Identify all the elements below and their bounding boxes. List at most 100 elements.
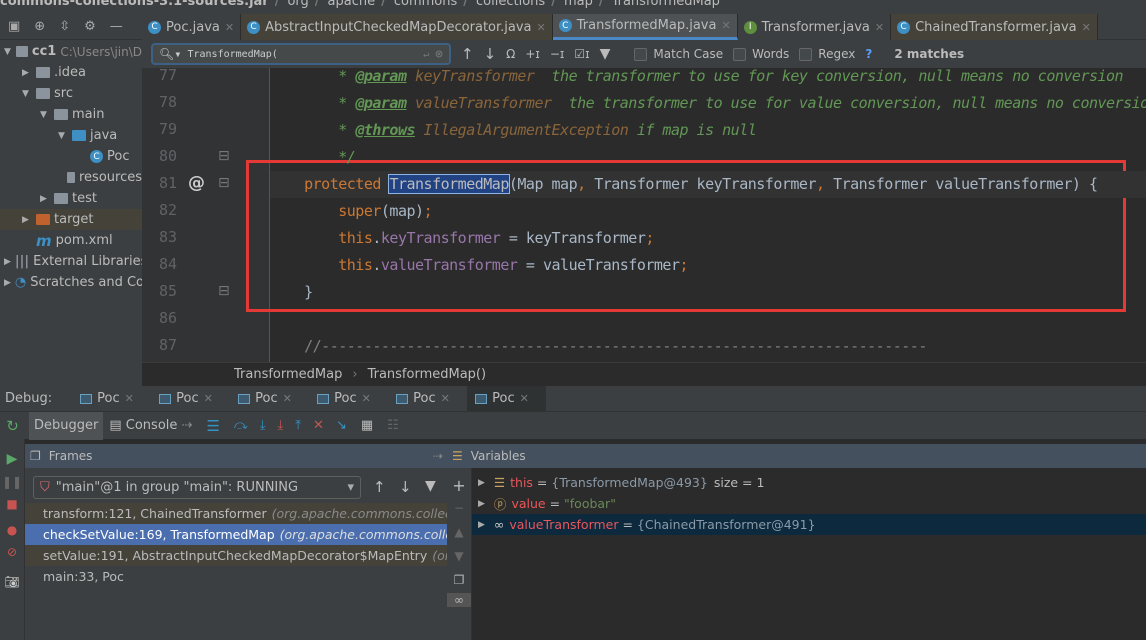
copy-icon[interactable]: ❐ <box>447 573 471 587</box>
trace-icon[interactable]: ☷ <box>381 418 405 433</box>
tree-item-cc1[interactable]: ▼ cc1 C:\Users\jin\D <box>0 41 142 62</box>
tree-item-target[interactable]: ▶ target <box>0 209 142 230</box>
close-icon[interactable]: ✕ <box>537 21 546 34</box>
close-icon[interactable]: ✕ <box>125 392 134 405</box>
fold-icon[interactable]: ⊟ <box>218 283 230 299</box>
expand-arrow-icon[interactable]: ▶ <box>478 478 485 488</box>
minimize-icon[interactable]: — <box>110 19 123 34</box>
regex-checkbox[interactable]: Regex <box>799 47 855 61</box>
step-out-icon[interactable]: ⤒ <box>289 418 307 433</box>
tree-item-main[interactable]: ▼ main <box>0 104 142 125</box>
tree-item-idea[interactable]: ▶ .idea <box>0 62 142 83</box>
collapsed-arrow-icon[interactable]: ▶ <box>22 68 32 78</box>
collapsed-arrow-icon[interactable]: ▶ <box>40 194 50 204</box>
expanded-arrow-icon[interactable]: ▼ <box>40 110 50 120</box>
close-icon[interactable]: ✕ <box>1082 21 1091 34</box>
close-icon[interactable]: ✕ <box>441 392 450 405</box>
crumb-class[interactable]: TransformedMap <box>234 367 342 382</box>
stack-frame[interactable]: transform:121, ChainedTransformer (org.ap… <box>25 503 447 524</box>
override-marker-icon[interactable]: @ <box>188 173 205 193</box>
match-case-checkbox[interactable]: Match Case <box>634 47 723 61</box>
breadcrumb-item[interactable]: commons-collections-3.1-sources.jar <box>0 0 269 9</box>
tab-chainedtransformer[interactable]: C ChainedTransformer.java ✕ <box>891 14 1098 40</box>
tab-transformedmap[interactable]: C TransformedMap.java ✕ <box>552 14 738 40</box>
variable-row[interactable]: ▶ ☰ this = {TransformedMap@493} size = 1 <box>472 472 1146 493</box>
rerun-icon[interactable]: ↻ <box>0 417 25 435</box>
close-icon[interactable]: ✕ <box>225 21 234 34</box>
filter-icon[interactable]: ▼ <box>425 478 436 494</box>
next-frame-icon[interactable]: ↓ <box>399 478 412 496</box>
breadcrumb-item[interactable]: apache <box>328 0 376 9</box>
tab-console[interactable]: ▤ Console ⇢ <box>103 418 198 433</box>
pin-icon[interactable]: ⇢ <box>433 449 447 463</box>
show-execution-point-icon[interactable]: ☰ <box>198 417 227 435</box>
search-input[interactable]: 🔍︎▾ TransformedMap( ↵ ⊗ <box>151 43 451 65</box>
tree-item-resources[interactable]: resources <box>0 167 142 188</box>
debug-session-tab[interactable]: Poc ✕ <box>388 391 467 406</box>
thread-selector[interactable]: ⛉ "main"@1 in group "main": RUNNING ▾ <box>33 476 361 499</box>
debug-session-tab[interactable]: Poc ✕ <box>151 391 230 406</box>
debug-session-tab[interactable]: Poc ✕ <box>72 391 151 406</box>
tree-item-scratchesandconsoles[interactable]: ▶◔Scratches and Consoles <box>0 272 142 293</box>
evaluate-expression-icon[interactable]: ▦ <box>353 418 381 433</box>
clear-icon[interactable]: ⊗ <box>435 47 443 62</box>
resume-icon[interactable]: ▶ <box>0 451 24 467</box>
tree-item-src[interactable]: ▼ src <box>0 83 142 104</box>
pause-icon[interactable]: ❚❚ <box>0 475 24 489</box>
stack-frame[interactable]: setValue:191, AbstractInputCheckedMapDec… <box>25 545 447 566</box>
breadcrumb-item[interactable]: collections <box>476 0 545 9</box>
tab-transformer[interactable]: I Transformer.java ✕ <box>737 14 892 40</box>
remove-selection-icon[interactable]: −ɪ <box>550 47 565 61</box>
close-icon[interactable]: ✕ <box>520 392 529 405</box>
tree-item-test[interactable]: ▶ test <box>0 188 142 209</box>
fold-icon[interactable]: ⊟ <box>218 148 230 164</box>
filter-icon[interactable]: ▼ <box>600 46 611 62</box>
newline-icon[interactable]: ↵ <box>423 49 429 60</box>
run-to-cursor-icon[interactable]: ↘ <box>330 418 353 433</box>
collapsed-arrow-icon[interactable]: ▶ <box>4 257 11 267</box>
step-into-icon[interactable]: ⤓ <box>254 418 272 433</box>
gear-icon[interactable]: ⚙ <box>84 19 96 34</box>
view-breakpoints-icon[interactable]: ● <box>0 523 24 537</box>
close-icon[interactable]: ✕ <box>283 392 292 405</box>
tab-abstractinputcheckedmapdecorator[interactable]: C AbstractInputCheckedMapDecorator.java ✕ <box>241 14 553 40</box>
move-up-icon[interactable]: ▲ <box>447 525 471 539</box>
fold-icon[interactable]: ⊟ <box>218 175 230 191</box>
watches-toggle-icon[interactable]: ∞ <box>447 593 471 607</box>
locate-icon[interactable]: ⊕ <box>34 19 45 34</box>
crumb-method[interactable]: TransformedMap() <box>368 367 487 382</box>
variable-row[interactable]: ▶ ∞ valueTransformer = {ChainedTransformer… <box>472 514 1146 535</box>
tree-item-externallibraries[interactable]: ▶ ||| External Libraries <box>0 251 142 272</box>
expanded-arrow-icon[interactable]: ▼ <box>22 89 32 99</box>
code-editor[interactable]: 77 78 79 80 ⊟ 81 ⊟ @82 83 84 85 ⊟ 86 87 * @param keyT… <box>142 68 1146 362</box>
tab-debugger[interactable]: Debugger <box>29 411 104 440</box>
expand-arrow-icon[interactable]: ▶ <box>478 499 485 509</box>
regex-help-link[interactable]: ? <box>865 47 872 61</box>
close-icon[interactable]: ✕ <box>875 21 884 34</box>
tree-item-poc[interactable]: C Poc <box>0 146 142 167</box>
stack-frame[interactable]: main:33, Poc <box>25 566 447 587</box>
collapse-icon[interactable]: ⇳ <box>59 19 70 34</box>
expanded-arrow-icon[interactable]: ▼ <box>4 47 12 57</box>
find-all-icon[interactable]: Ω <box>506 47 515 61</box>
close-icon[interactable]: ✕ <box>362 392 371 405</box>
debug-session-tab[interactable]: Poc ✕ <box>467 386 547 411</box>
previous-frame-icon[interactable]: ↑ <box>373 478 386 496</box>
expand-arrow-icon[interactable]: ▶ <box>478 520 485 530</box>
step-over-icon[interactable]: ⤼ <box>228 418 254 433</box>
tree-item-pomxml[interactable]: m pom.xml <box>0 230 142 251</box>
previous-occurrence-icon[interactable]: ↑ <box>461 45 474 63</box>
breadcrumb-item[interactable]: org <box>287 0 308 9</box>
stack-frame[interactable]: checkSetValue:169, TransformedMap (org.ap… <box>25 524 447 545</box>
debug-session-tab[interactable]: Poc ✕ <box>230 391 309 406</box>
variable-row[interactable]: ▶ ⓟ value = "foobar" <box>472 493 1146 514</box>
force-step-into-icon[interactable]: ⤓ <box>272 418 290 433</box>
tab-poc[interactable]: C Poc.java ✕ <box>142 14 242 40</box>
collapsed-arrow-icon[interactable]: ▶ <box>22 215 32 225</box>
select-all-icon[interactable]: ☑ɪ <box>574 47 589 61</box>
words-checkbox[interactable]: Words <box>733 47 789 61</box>
mute-breakpoints-icon[interactable]: ⊘ <box>0 545 24 559</box>
close-icon[interactable]: ✕ <box>204 392 213 405</box>
tree-item-java[interactable]: ▼ java <box>0 125 142 146</box>
move-down-icon[interactable]: ▼ <box>447 549 471 563</box>
